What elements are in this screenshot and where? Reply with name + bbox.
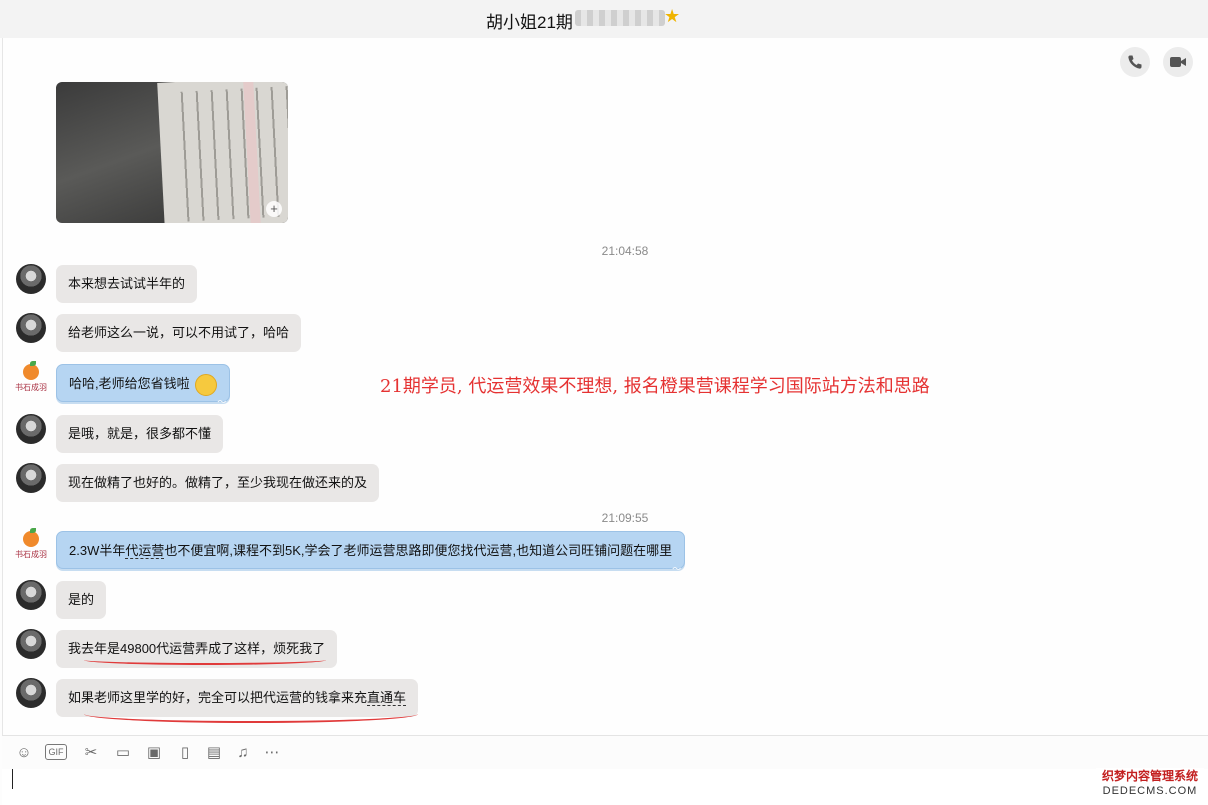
watermark-line2: DEDECMS.COM <box>1102 785 1198 797</box>
music-icon[interactable]: ♫ <box>233 744 253 762</box>
avatar[interactable] <box>16 580 46 610</box>
phone-call-button[interactable] <box>1120 47 1150 77</box>
red-annotation: 21期学员, 代运营效果不理想, 报名橙果营课程学习国际站方法和思路 <box>380 376 930 397</box>
video-call-button[interactable] <box>1163 47 1193 77</box>
message-bubble: 是哦，就是，很多都不懂 <box>56 415 224 453</box>
more-icon[interactable]: ⋯ <box>262 744 282 762</box>
red-underline <box>84 705 418 723</box>
brand-avatar[interactable]: 书石成羽 <box>14 361 48 400</box>
image-icon[interactable]: ▣ <box>144 744 164 762</box>
red-underline <box>84 655 326 665</box>
watermark-line1: 织梦内容管理系统 <box>1101 769 1198 783</box>
bubble-tail-icon: ～ <box>672 564 682 574</box>
message-bubble-self: 2.3W半年代运营也不便宜啊,课程不到5K,学会了老师运营思路即便您找代运营,也… <box>56 531 686 574</box>
scissors-icon[interactable]: ✂ <box>81 744 101 762</box>
gift-icon[interactable]: ▤ <box>204 744 224 762</box>
avatar[interactable] <box>16 463 46 493</box>
avatar[interactable] <box>16 414 46 444</box>
timestamp: 21:09:55 <box>601 511 649 525</box>
message-text: 也不便宜啊,课程不到5K,学会了老师运营思路即便您找代运营,也知道公司旺铺问题在… <box>164 543 673 558</box>
brand-avatar[interactable]: 书石成羽 <box>14 528 48 567</box>
message-bubble: 给老师这么一说，可以不用试了，哈哈 <box>56 314 302 352</box>
emoji-icon[interactable]: ☺ <box>14 744 34 762</box>
keyword-link[interactable]: 代运营 <box>125 543 165 559</box>
watermark: 织梦内容管理系统 DEDECMS.COM <box>1096 768 1204 800</box>
message-bubble: 现在做精了也好的。做精了，至少我现在做还来的及 <box>56 464 380 502</box>
message-text: 如果老师这里学的好，完全可以把代运营的钱拿来充 <box>68 690 368 705</box>
avatar[interactable] <box>16 629 46 659</box>
message-text: 2.3W半年 <box>69 543 126 558</box>
input-toolbar: ☺ GIF ✂ ▭ ▣ ▯ ▤ ♫ ⋯ <box>2 735 1208 769</box>
avatar[interactable] <box>16 313 46 343</box>
message-text: 哈哈,老师给您省钱啦 <box>69 376 190 391</box>
avatar[interactable] <box>16 264 46 294</box>
title-bar: 胡小姐21期 ★ <box>0 0 1208 38</box>
gif-icon[interactable]: GIF <box>45 744 67 760</box>
smile-emoji-icon <box>195 373 218 396</box>
message-bubble: 是的 <box>56 581 107 619</box>
video-clip-icon[interactable]: ▯ <box>175 744 195 762</box>
video-icon <box>1170 57 1186 67</box>
phone-icon <box>1128 55 1142 69</box>
timestamp: 21:04:58 <box>601 244 649 258</box>
brand-avatar-text: 书石成羽 <box>15 550 47 559</box>
photo-message[interactable]: + <box>56 82 288 223</box>
bubble-tail-icon: ～ <box>217 397 227 407</box>
chat-title: 胡小姐21期 <box>486 13 573 32</box>
star-icon[interactable]: ★ <box>664 6 680 27</box>
keyword-link[interactable]: 直通车 <box>367 690 407 706</box>
brand-avatar-text: 书石成羽 <box>15 383 47 392</box>
message-input[interactable] <box>2 769 1208 805</box>
message-bubble-self: 哈哈,老师给您省钱啦 ～ <box>56 364 231 407</box>
blurred-title-part <box>575 10 665 26</box>
text-cursor <box>12 769 13 789</box>
zoom-plus-icon[interactable]: + <box>266 201 282 217</box>
avatar[interactable] <box>16 678 46 708</box>
folder-icon[interactable]: ▭ <box>113 744 133 762</box>
message-bubble: 本来想去试试半年的 <box>56 265 198 303</box>
